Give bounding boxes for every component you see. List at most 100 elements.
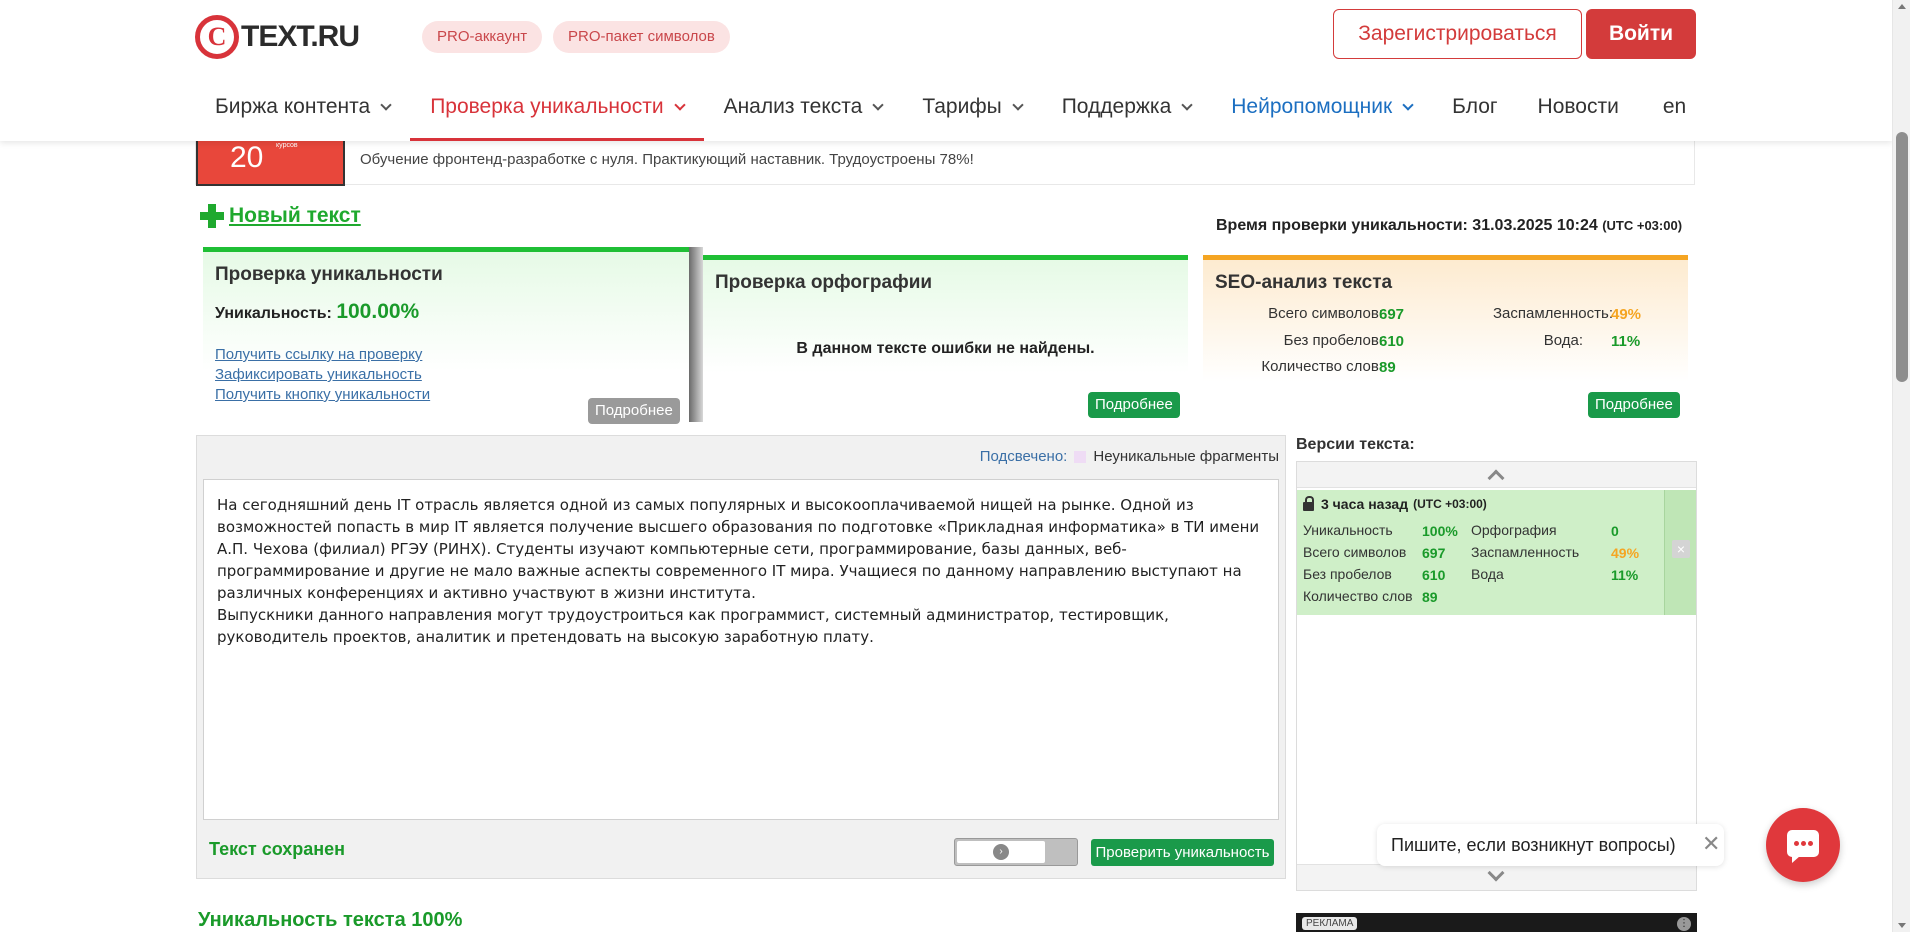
chevron-down-icon xyxy=(872,99,885,111)
chevron-down-icon xyxy=(1181,99,1193,111)
seo-words-label: Количество слов: xyxy=(1261,358,1383,375)
uniqueness-label: Уникальность: xyxy=(215,305,332,322)
version-total-label: Всего символов xyxy=(1303,544,1407,560)
scrollbar-thumb[interactable] xyxy=(1896,132,1908,382)
options-toggle[interactable]: › xyxy=(954,838,1078,866)
nav-label: Проверка уникальности xyxy=(430,95,664,118)
check-uniqueness-button[interactable]: Проверить уникальность xyxy=(1091,839,1274,866)
nav-label: Новости xyxy=(1537,95,1619,118)
chat-prompt[interactable]: Пишите, если возникнут вопросы) xyxy=(1377,824,1724,866)
spelling-more-button[interactable]: Подробнее xyxy=(1088,392,1180,418)
seo-spam-label: Заспамленность: xyxy=(1492,305,1613,322)
spelling-message: В данном тексте ошибки не найдены. xyxy=(796,340,1095,357)
page-scrollbar[interactable] xyxy=(1892,0,1910,932)
nav-label: Поддержка xyxy=(1061,95,1172,118)
version-nospace: 610 xyxy=(1422,567,1446,583)
highlight-label: Подсвечено: xyxy=(979,448,1068,465)
pro-account-pill[interactable]: PRO-аккаунт xyxy=(422,21,543,53)
text-editor-panel: Подсвечено: Неуникальные фрагменты На се… xyxy=(196,435,1286,879)
nav-label: en xyxy=(1662,95,1687,118)
site-header: C TEXT.RU PRO-аккаунт PRO-пакет символов… xyxy=(0,0,1892,141)
login-button[interactable]: Войти xyxy=(1586,9,1696,59)
scroll-down-arrow-icon[interactable] xyxy=(1898,923,1906,928)
get-uniqueness-button-link[interactable]: Получить кнопку уникальности xyxy=(215,386,430,403)
ad-badge: РЕКЛАМА xyxy=(1302,917,1358,930)
version-uniq: 100% xyxy=(1422,523,1458,539)
nav-content-exchange[interactable]: Биржа контента xyxy=(195,80,410,141)
version-water: 11% xyxy=(1611,567,1639,583)
uniqueness-card: Проверка уникальности Уникальность: 100.… xyxy=(203,247,689,424)
version-tz: (UTC +03:00) xyxy=(1413,497,1487,511)
delete-version-icon[interactable]: × xyxy=(1672,540,1690,558)
uniqueness-more-button[interactable]: Подробнее xyxy=(588,398,680,424)
seo-spam: 49% xyxy=(1611,306,1642,323)
seo-card: SEO-анализ текста Всего символов: 697 Бе… xyxy=(1203,255,1688,422)
new-text-link[interactable]: Новый текст xyxy=(200,204,361,228)
spelling-card: Проверка орфографии В данном тексте ошиб… xyxy=(703,255,1188,422)
ad-image-caption: курсов xyxy=(276,142,298,149)
logo-mark: C xyxy=(195,15,239,59)
seo-no-spaces-label: Без пробелов: xyxy=(1283,332,1383,349)
scroll-up-arrow-icon[interactable] xyxy=(1898,4,1906,9)
seo-total-chars: 697 xyxy=(1379,306,1405,323)
ad-image-number: 20 xyxy=(230,141,264,174)
chat-button[interactable] xyxy=(1766,808,1840,882)
nav-text-analysis[interactable]: Анализ текста xyxy=(704,80,903,141)
get-check-link[interactable]: Получить ссылку на проверку xyxy=(215,346,422,363)
nav-blog[interactable]: Блог xyxy=(1432,80,1517,141)
version-words-label: Количество слов xyxy=(1303,588,1413,604)
register-button[interactable]: Зарегистрироваться xyxy=(1333,9,1582,59)
version-water-label: Вода xyxy=(1471,566,1504,582)
info-icon[interactable]: ⋮ xyxy=(1677,917,1691,931)
nav-label: Нейропомощник xyxy=(1231,95,1393,118)
arrow-right-icon: › xyxy=(993,844,1009,860)
version-item[interactable]: 3 часа назад (UTC +03:00) Уникальность 1… xyxy=(1297,490,1696,615)
text-saved-status: Текст сохранен xyxy=(209,839,346,859)
uniqueness-value: 100.00% xyxy=(336,300,420,323)
chevron-down-icon xyxy=(673,99,686,111)
check-time-label: Время проверки уникальности: 31.03.2025 … xyxy=(1216,217,1598,234)
seo-water: 11% xyxy=(1611,333,1641,350)
version-nospace-label: Без пробелов xyxy=(1303,566,1392,582)
version-spell-label: Орфография xyxy=(1471,522,1557,538)
text-ru-logo[interactable]: C TEXT.RU xyxy=(195,14,360,60)
nav-news[interactable]: Новости xyxy=(1518,80,1639,141)
version-spam-label: Заспамленность xyxy=(1471,544,1580,560)
ad-text: Обучение фронтенд-разработке с нуля. Пра… xyxy=(360,151,974,168)
versions-scroll-up[interactable] xyxy=(1297,462,1696,488)
nav-label: Биржа контента xyxy=(215,95,371,118)
versions-scroll-down[interactable] xyxy=(1297,864,1696,890)
ad-block[interactable]: РЕКЛАМА ⋮ xyxy=(1296,913,1697,932)
nav-language-en[interactable]: en xyxy=(1639,80,1706,141)
nav-neuro-assistant[interactable]: Нейропомощник xyxy=(1211,80,1432,141)
nav-label: Блог xyxy=(1452,95,1498,118)
chevron-down-icon xyxy=(380,99,392,111)
version-words: 89 xyxy=(1422,589,1438,605)
page: C TEXT.RU PRO-аккаунт PRO-пакет символов… xyxy=(0,0,1892,932)
nav-support[interactable]: Поддержка xyxy=(1042,80,1212,141)
logo-text: TEXT.RU xyxy=(241,20,360,53)
seo-card-title: SEO-анализ текста xyxy=(1215,272,1393,293)
plus-icon xyxy=(200,204,224,228)
check-time: Время проверки уникальности: 31.03.2025 … xyxy=(1216,217,1682,235)
version-actions: × xyxy=(1664,490,1696,615)
version-time: 3 часа назад xyxy=(1321,496,1409,512)
seo-more-button[interactable]: Подробнее xyxy=(1588,392,1680,418)
versions-title: Версии текста: xyxy=(1296,436,1415,453)
chevron-down-icon xyxy=(1012,99,1024,111)
text-input-area[interactable]: На сегодняшний день IT отрасль является … xyxy=(203,479,1279,820)
spelling-card-title: Проверка орфографии xyxy=(715,272,933,293)
nav-uniqueness-check[interactable]: Проверка уникальности xyxy=(410,80,704,141)
highlight-legend: Подсвечено: Неуникальные фрагменты xyxy=(980,448,1279,465)
fix-uniqueness-link[interactable]: Зафиксировать уникальность xyxy=(215,366,422,383)
version-header: 3 часа назад (UTC +03:00) xyxy=(1303,495,1487,512)
highlight-legend-text: Неуникальные фрагменты xyxy=(1093,448,1279,465)
main-nav: Биржа контента Проверка уникальности Ана… xyxy=(195,80,1706,141)
version-uniq-label: Уникальность xyxy=(1303,522,1393,538)
chevron-down-icon xyxy=(1402,99,1414,111)
pro-symbols-pill[interactable]: PRO-пакет символов xyxy=(553,21,730,53)
close-icon[interactable]: ✕ xyxy=(1702,833,1720,855)
seo-total-chars-label: Всего символов: xyxy=(1268,305,1383,322)
check-time-tz: (UTC +03:00) xyxy=(1602,218,1683,233)
nav-tariffs[interactable]: Тарифы xyxy=(902,80,1041,141)
